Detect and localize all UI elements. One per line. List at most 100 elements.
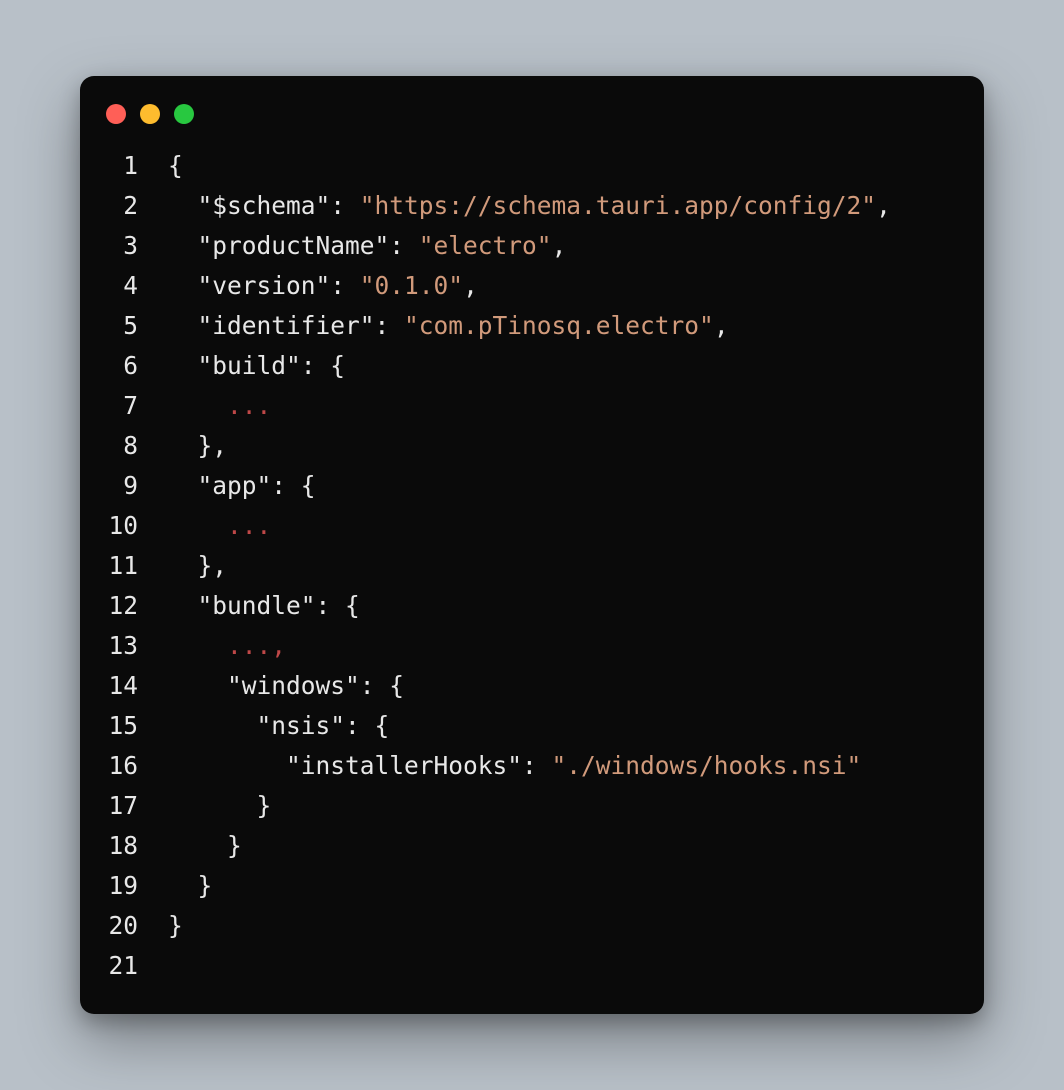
token-punc <box>168 271 198 300</box>
line-number: 11 <box>90 546 138 586</box>
code-line[interactable]: 20} <box>90 906 956 946</box>
token-punc: : <box>375 311 405 340</box>
token-punc <box>168 391 227 420</box>
line-number: 4 <box>90 266 138 306</box>
line-content: "installerHooks": "./windows/hooks.nsi" <box>138 746 861 786</box>
line-number: 3 <box>90 226 138 266</box>
line-content: "productName": "electro", <box>138 226 566 266</box>
token-punc: : { <box>345 711 389 740</box>
code-line[interactable]: 21 <box>90 946 956 986</box>
line-content: "$schema": "https://schema.tauri.app/con… <box>138 186 891 226</box>
code-line[interactable]: 3 "productName": "electro", <box>90 226 956 266</box>
code-line[interactable]: 6 "build": { <box>90 346 956 386</box>
code-line[interactable]: 14 "windows": { <box>90 666 956 706</box>
token-string: "https://schema.tauri.app/config/2" <box>360 191 876 220</box>
line-content: "identifier": "com.pTinosq.electro", <box>138 306 729 346</box>
token-punc <box>168 631 227 660</box>
code-line[interactable]: 9 "app": { <box>90 466 956 506</box>
token-punc: , <box>463 271 478 300</box>
minimize-icon[interactable] <box>140 104 160 124</box>
line-content: }, <box>138 426 227 466</box>
close-icon[interactable] <box>106 104 126 124</box>
token-punc: }, <box>168 431 227 460</box>
code-line[interactable]: 2 "$schema": "https://schema.tauri.app/c… <box>90 186 956 226</box>
token-punc <box>168 471 198 500</box>
token-punc <box>168 511 227 540</box>
code-editor[interactable]: 1{2 "$schema": "https://schema.tauri.app… <box>80 142 984 986</box>
token-fold: ..., <box>227 631 286 660</box>
token-punc: : <box>330 191 360 220</box>
line-number: 6 <box>90 346 138 386</box>
token-punc <box>168 671 227 700</box>
token-string: "0.1.0" <box>360 271 463 300</box>
line-number: 7 <box>90 386 138 426</box>
code-line[interactable]: 7 ... <box>90 386 956 426</box>
line-number: 1 <box>90 146 138 186</box>
line-content: } <box>138 866 212 906</box>
token-punc: , <box>552 231 567 260</box>
line-content: "app": { <box>138 466 316 506</box>
code-line[interactable]: 19 } <box>90 866 956 906</box>
code-line[interactable]: 8 }, <box>90 426 956 466</box>
token-punc: , <box>876 191 891 220</box>
line-number: 9 <box>90 466 138 506</box>
line-number: 13 <box>90 626 138 666</box>
token-punc <box>168 751 286 780</box>
zoom-icon[interactable] <box>174 104 194 124</box>
code-line[interactable]: 10 ... <box>90 506 956 546</box>
token-key: "windows" <box>227 671 360 700</box>
line-number: 16 <box>90 746 138 786</box>
line-content: } <box>138 826 242 866</box>
token-punc: } <box>168 791 271 820</box>
code-line[interactable]: 18 } <box>90 826 956 866</box>
token-fold: ... <box>227 391 271 420</box>
line-content: ... <box>138 506 271 546</box>
line-content: { <box>138 146 183 186</box>
token-punc: } <box>168 911 183 940</box>
line-content: "windows": { <box>138 666 404 706</box>
line-content: }, <box>138 546 227 586</box>
line-number: 15 <box>90 706 138 746</box>
token-key: "version" <box>198 271 331 300</box>
window-titlebar <box>80 100 984 142</box>
code-line[interactable]: 5 "identifier": "com.pTinosq.electro", <box>90 306 956 346</box>
token-key: "identifier" <box>198 311 375 340</box>
line-content: "nsis": { <box>138 706 389 746</box>
token-punc: : <box>389 231 419 260</box>
token-punc: : { <box>271 471 315 500</box>
token-string: "./windows/hooks.nsi" <box>552 751 862 780</box>
line-content: "build": { <box>138 346 345 386</box>
code-line[interactable]: 11 }, <box>90 546 956 586</box>
code-line[interactable]: 12 "bundle": { <box>90 586 956 626</box>
code-line[interactable]: 4 "version": "0.1.0", <box>90 266 956 306</box>
line-content: ..., <box>138 626 286 666</box>
line-number: 2 <box>90 186 138 226</box>
line-number: 14 <box>90 666 138 706</box>
token-punc: : <box>522 751 552 780</box>
token-key: "installerHooks" <box>286 751 522 780</box>
token-punc <box>168 351 198 380</box>
line-content: } <box>138 906 183 946</box>
line-number: 21 <box>90 946 138 986</box>
line-content: ... <box>138 386 271 426</box>
line-number: 12 <box>90 586 138 626</box>
code-line[interactable]: 16 "installerHooks": "./windows/hooks.ns… <box>90 746 956 786</box>
code-line[interactable]: 15 "nsis": { <box>90 706 956 746</box>
line-content: "version": "0.1.0", <box>138 266 478 306</box>
token-punc <box>168 711 257 740</box>
token-fold: ... <box>227 511 271 540</box>
token-punc: { <box>168 151 183 180</box>
code-line[interactable]: 17 } <box>90 786 956 826</box>
token-punc <box>168 231 198 260</box>
line-content: "bundle": { <box>138 586 360 626</box>
line-content: } <box>138 786 271 826</box>
code-window: 1{2 "$schema": "https://schema.tauri.app… <box>80 76 984 1014</box>
line-number: 8 <box>90 426 138 466</box>
token-key: "build" <box>198 351 301 380</box>
code-line[interactable]: 1{ <box>90 146 956 186</box>
code-line[interactable]: 13 ..., <box>90 626 956 666</box>
token-punc: } <box>168 831 242 860</box>
token-key: "$schema" <box>198 191 331 220</box>
token-key: "productName" <box>198 231 390 260</box>
line-number: 19 <box>90 866 138 906</box>
